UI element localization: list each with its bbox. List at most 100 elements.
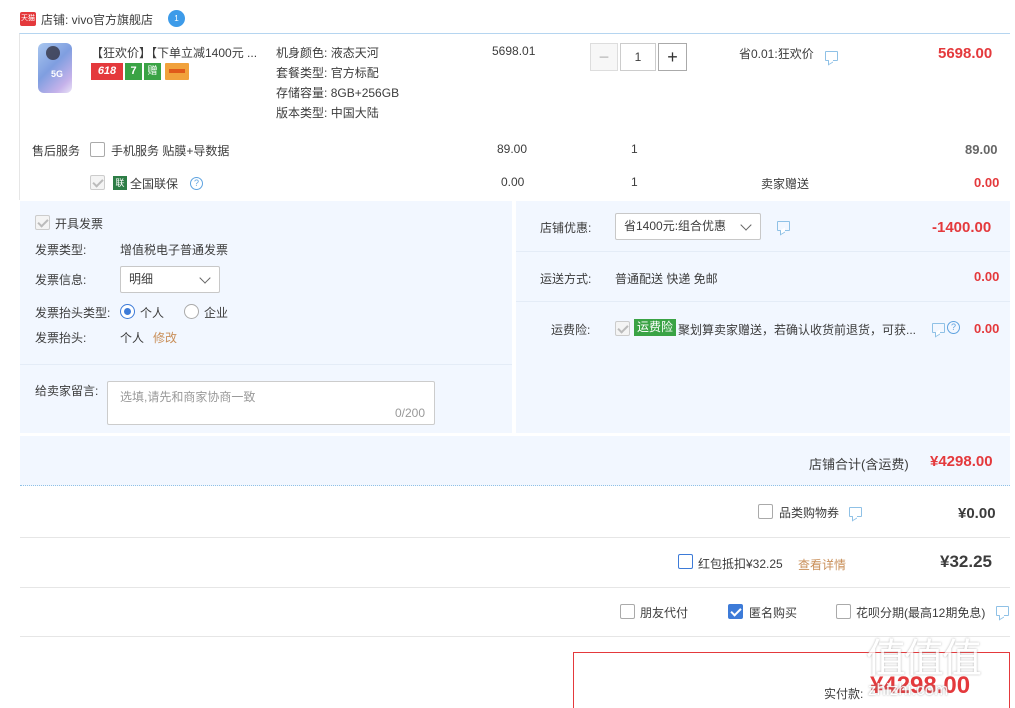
coupon-checkbox[interactable]: [758, 504, 773, 519]
badge-7day: 7: [125, 63, 142, 80]
radio-company-label[interactable]: 企业: [204, 304, 228, 321]
final-label: 实付款:: [824, 687, 864, 701]
panel-divider: [516, 301, 1010, 302]
badge-card-icon: [165, 63, 189, 80]
qty-plus-button[interactable]: +: [658, 43, 687, 71]
discount-value: 省1400元:组合优惠: [624, 219, 727, 233]
message-icon[interactable]: [996, 606, 1009, 616]
invoice-header-type-label: 发票抬头类型:: [35, 306, 111, 320]
huabei-label[interactable]: 花呗分期(最高12期免息): [856, 604, 985, 621]
panel-divider: [516, 251, 1010, 252]
coupon-value: ¥0.00: [958, 505, 996, 522]
invoice-checkbox: [35, 215, 50, 230]
invoice-header-label: 发票抬头:: [35, 331, 87, 345]
watermark-site: zhizhi.com: [868, 680, 949, 699]
shipping-amount: 0.00: [974, 269, 1000, 284]
insurance-text: 聚划算卖家赠送，若确认收货前退货，可获...: [678, 323, 917, 337]
shipping-value: 普通配送 快递 免邮: [615, 272, 718, 286]
invoice-info-value: 明细: [129, 272, 154, 286]
product-subtotal: 5698.00: [938, 45, 993, 62]
radio-personal[interactable]: [120, 304, 135, 319]
insurance-label: 运费险:: [551, 323, 591, 337]
promo-label: 省0.01:狂欢价: [739, 47, 814, 61]
spec-key: 机身颜色:: [276, 46, 328, 60]
service1-checkbox[interactable]: [90, 142, 105, 157]
chevron-down-icon: [199, 272, 211, 284]
coupon-label: 品类购物券: [779, 506, 840, 520]
badge-gift: 赠: [144, 63, 161, 80]
discount-label: 店铺优惠:: [540, 221, 592, 235]
radio-company[interactable]: [184, 304, 199, 319]
service2-price: 0.00: [501, 175, 525, 189]
service2-note: 卖家赠送: [761, 177, 810, 191]
invoice-type-value: 增值税电子普通发票: [120, 243, 229, 257]
service2-total: 0.00: [974, 175, 1000, 190]
invoice-edit-link[interactable]: 修改: [153, 329, 177, 346]
insurance-checkbox: [615, 321, 630, 336]
help-icon[interactable]: ?: [947, 321, 960, 334]
watermark-logo: 值值值: [866, 637, 982, 681]
warranty-icon: 联: [113, 176, 127, 190]
service2-qty: 1: [631, 175, 638, 189]
message-icon[interactable]: [932, 323, 945, 333]
wangwang-icon[interactable]: 1: [168, 10, 185, 27]
message-textarea[interactable]: 选填,请先和商家协商一致 0/200: [107, 381, 435, 425]
product-title-link[interactable]: 【狂欢价】【下单立减1400元 ...: [91, 44, 257, 61]
invoice-toggle-label: 开具发票: [55, 217, 104, 231]
chevron-down-icon: [740, 219, 752, 231]
discount-amount: -1400.00: [932, 219, 992, 236]
invoice-header-value: 个人: [120, 331, 145, 345]
help-icon[interactable]: ?: [190, 177, 203, 190]
message-label: 给卖家留言:: [35, 384, 99, 398]
unit-price: 5698.01: [492, 44, 536, 58]
service2-checkbox: [90, 175, 105, 190]
radio-personal-label[interactable]: 个人: [140, 304, 164, 321]
service1-qty: 1: [631, 142, 638, 156]
tmall-icon: 天猫: [20, 12, 36, 26]
spec-value: 液态天河: [330, 46, 379, 60]
redpacket-detail-link[interactable]: 查看详情: [798, 556, 846, 573]
insurance-tag: 运费险: [634, 319, 677, 336]
spec-value: 官方标配: [330, 66, 379, 80]
spec-value: 8GB+256GB: [330, 86, 400, 100]
invoice-info-select[interactable]: 明细: [120, 266, 220, 293]
divider: [20, 636, 1010, 637]
redpacket-value: ¥32.25: [940, 552, 992, 571]
service1-name: 手机服务 贴膜+导数据: [111, 144, 230, 158]
divider: [20, 537, 1010, 538]
service1-price: 89.00: [497, 142, 528, 156]
quantity-stepper: − 1 +: [590, 43, 687, 71]
badge-618: 618: [91, 63, 123, 80]
shipping-label: 运送方式:: [540, 272, 592, 286]
divider: [20, 587, 1010, 588]
spec-key: 存储容量:: [276, 86, 328, 100]
message-placeholder: 选填,请先和商家协商一致: [120, 390, 256, 404]
message-icon[interactable]: [849, 507, 862, 517]
redpacket-label: 红包抵扣¥32.25: [698, 557, 783, 571]
qty-minus-button[interactable]: −: [590, 43, 618, 71]
message-icon[interactable]: [777, 221, 790, 231]
friend-pay-label[interactable]: 朋友代付: [640, 604, 688, 621]
spec-key: 版本类型:: [276, 106, 328, 120]
shop-total-value: ¥4298.00: [930, 453, 993, 470]
message-icon[interactable]: [825, 51, 838, 61]
message-counter: 0/200: [394, 406, 425, 420]
spec-value: 中国大陆: [330, 106, 379, 120]
anonymous-label[interactable]: 匿名购买: [749, 604, 797, 621]
shop-name-link[interactable]: 店铺: vivo官方旗舰店: [41, 11, 153, 28]
service1-total: 89.00: [965, 142, 998, 157]
product-image[interactable]: 5G: [34, 43, 76, 93]
huabei-checkbox[interactable]: [836, 604, 851, 619]
aftersale-label: 售后服务: [32, 144, 81, 158]
insurance-amount: 0.00: [974, 321, 1000, 336]
invoice-info-label: 发票信息:: [35, 273, 87, 287]
anonymous-checkbox[interactable]: [728, 604, 743, 619]
redpacket-checkbox[interactable]: [678, 554, 693, 569]
invoice-type-label: 发票类型:: [35, 243, 87, 257]
qty-input[interactable]: 1: [620, 43, 656, 71]
service2-name: 全国联保: [130, 177, 179, 191]
discount-select[interactable]: 省1400元:组合优惠: [615, 213, 761, 240]
friend-pay-checkbox[interactable]: [620, 604, 635, 619]
shop-total-label: 店铺合计(含运费): [809, 457, 909, 472]
panel-divider: [20, 364, 512, 365]
